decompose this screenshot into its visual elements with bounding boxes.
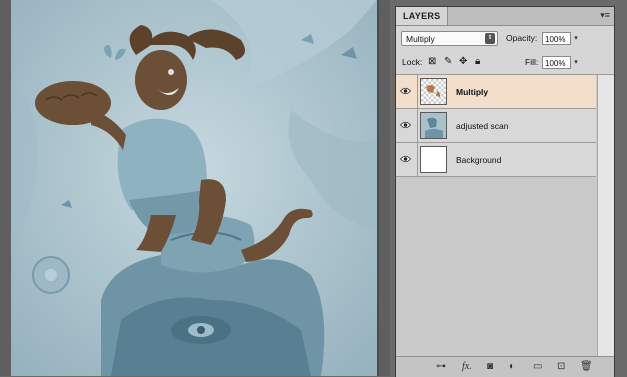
opacity-label: Opacity: xyxy=(506,33,538,43)
layer-name[interactable]: adjusted scan xyxy=(456,109,508,143)
eye-icon xyxy=(400,121,411,129)
layer-name[interactable]: Background xyxy=(456,143,501,177)
chevron-updown-icon: ⇕ xyxy=(485,33,495,44)
lock-move-icon[interactable]: ✥ xyxy=(459,56,467,68)
lock-fill-row: Lock: ⊠ ✎ ✥ 🔒︎ Fill: 100% ▾ xyxy=(396,52,614,75)
opacity-input[interactable]: 100% xyxy=(542,32,571,45)
eye-icon xyxy=(400,87,411,95)
panel-menu-icon[interactable]: ▾≡ xyxy=(600,10,610,21)
artwork-illustration xyxy=(11,0,377,376)
blend-mode-value: Multiply xyxy=(406,34,435,44)
layer-mask-icon[interactable]: ◙ xyxy=(487,360,493,373)
layer-row-adjusted-scan[interactable]: adjusted scan xyxy=(396,109,596,143)
document-canvas-area[interactable] xyxy=(0,0,390,376)
layer-row-multiply[interactable]: Multiply xyxy=(396,75,596,109)
lock-brush-icon[interactable]: ✎ xyxy=(444,56,452,68)
blend-mode-select[interactable]: Multiply ⇕ xyxy=(401,31,498,46)
visibility-toggle[interactable] xyxy=(396,109,418,142)
adjustment-layer-icon[interactable]: ◐ xyxy=(509,360,515,373)
new-group-icon[interactable]: ▭ xyxy=(533,360,542,373)
tab-layers[interactable]: LAYERS xyxy=(396,7,449,25)
layers-scrollbar[interactable] xyxy=(597,75,614,361)
blend-opacity-row: Multiply ⇕ Opacity: 100% ▾ xyxy=(396,26,614,52)
fill-chevron-icon[interactable]: ▾ xyxy=(572,56,580,69)
fx-icon[interactable]: fx. xyxy=(462,360,472,373)
new-layer-icon[interactable]: ⊡ xyxy=(557,360,565,373)
panel-tab-bar: LAYERS ▾≡ xyxy=(396,7,614,26)
artwork-canvas[interactable] xyxy=(11,0,377,376)
layers-bottom-toolbar: ⊶ fx. ◙ ◐ ▭ ⊡ 🗑︎ xyxy=(396,356,614,377)
layers-list: Multiply adjusted scan Background xyxy=(396,75,614,361)
opacity-chevron-icon[interactable]: ▾ xyxy=(572,32,580,45)
layer-thumbnail-multiply xyxy=(420,78,447,105)
lock-label: Lock: xyxy=(402,57,423,67)
layer-name[interactable]: Multiply xyxy=(456,75,488,109)
lock-transparent-icon[interactable]: ⊠ xyxy=(428,56,436,68)
visibility-toggle[interactable] xyxy=(396,75,418,108)
layer-thumbnail-adjusted-scan xyxy=(420,112,447,139)
layers-panel: LAYERS ▾≡ Multiply ⇕ Opacity: 100% ▾ Loc… xyxy=(395,6,615,377)
eye-icon xyxy=(400,155,411,163)
visibility-toggle[interactable] xyxy=(396,143,418,176)
lock-all-icon[interactable]: 🔒︎ xyxy=(475,56,480,68)
layer-thumbnail-background xyxy=(420,146,447,173)
trash-icon[interactable]: 🗑︎ xyxy=(580,360,593,373)
layer-row-background[interactable]: Background xyxy=(396,143,596,177)
link-layers-icon[interactable]: ⊶ xyxy=(436,360,446,373)
fill-input[interactable]: 100% xyxy=(542,56,571,69)
fill-label: Fill: xyxy=(525,57,539,67)
